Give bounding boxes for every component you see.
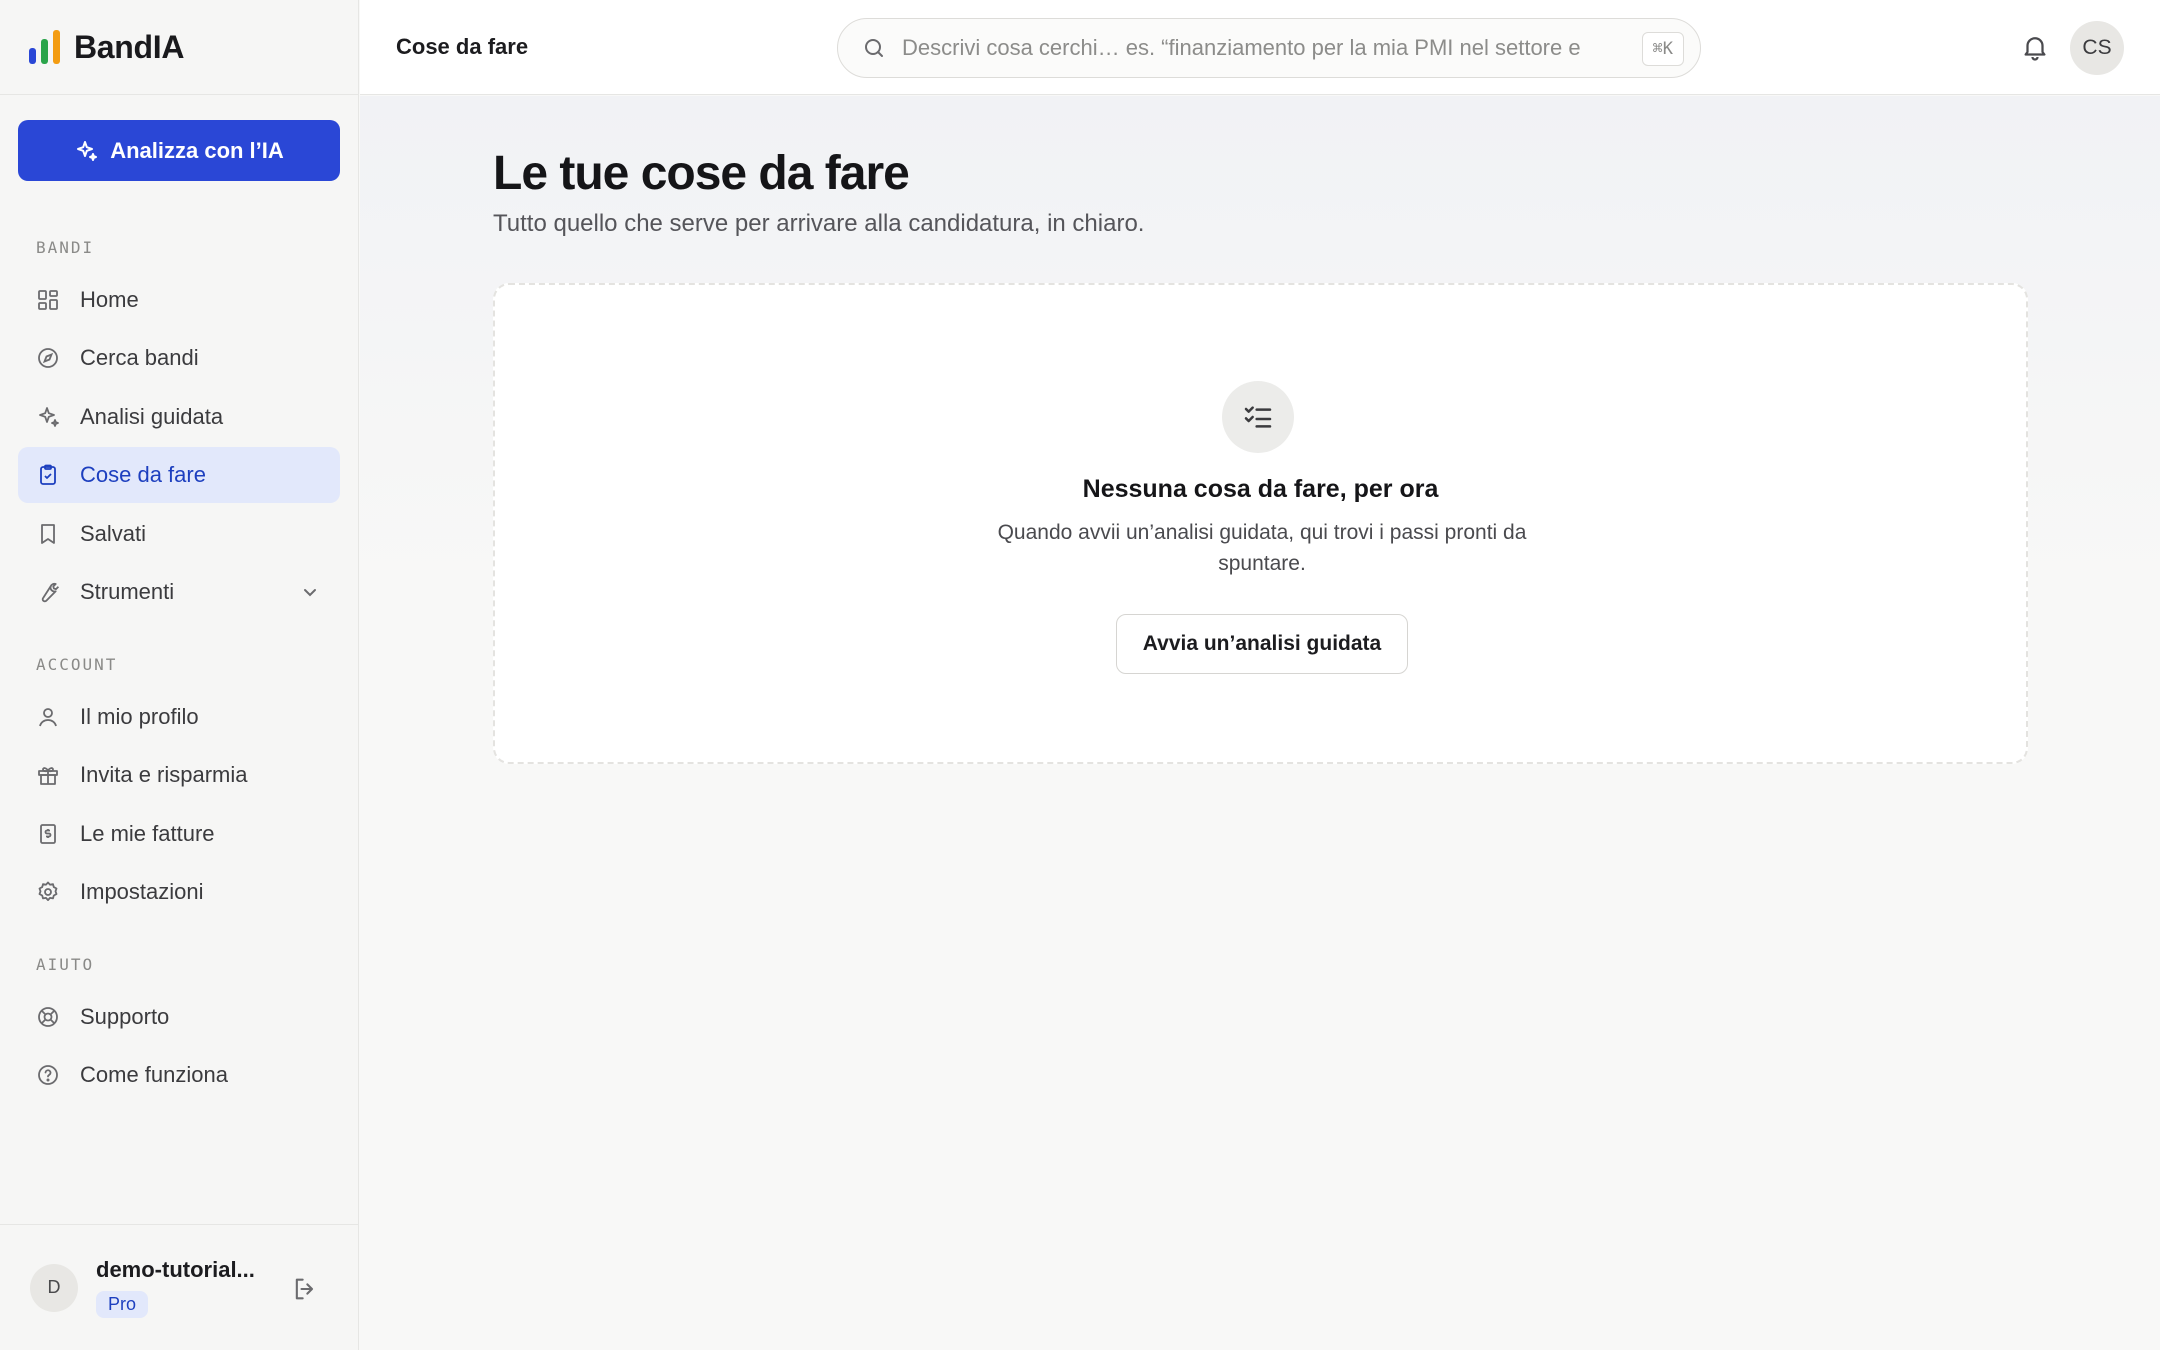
- sidebar-item-label: Home: [80, 287, 139, 312]
- list-checks-icon: [1222, 381, 1294, 453]
- sidebar-item-strumenti[interactable]: Strumenti: [18, 564, 340, 620]
- sparkles-icon: [36, 405, 60, 429]
- app-window: BandIA Analizza con l’IA BANDI Home Cerc…: [0, 0, 2160, 1350]
- avatar[interactable]: D: [30, 1263, 78, 1312]
- sidebar-item-impostazioni[interactable]: Impostazioni: [18, 864, 340, 920]
- sidebar-item-label: Supporto: [80, 1004, 170, 1029]
- user-name: demo-tutorial...: [96, 1257, 255, 1282]
- empty-state-text: Quando avvii un’analisi guidata, qui tro…: [997, 521, 1527, 575]
- chevron-down-icon[interactable]: [298, 580, 322, 604]
- search-input[interactable]: [902, 35, 1602, 61]
- start-guided-analysis-button[interactable]: Avvia un’analisi guidata: [1116, 614, 1408, 674]
- section-label-account: ACCOUNT: [36, 655, 118, 674]
- sidebar-item-come-funziona[interactable]: Come funziona: [18, 1047, 340, 1103]
- sparkles-icon: [77, 140, 98, 161]
- main-content: Le tue cose da fare Tutto quello che ser…: [360, 96, 2160, 1350]
- sidebar-item-supporto[interactable]: Supporto: [18, 989, 340, 1045]
- sidebar-item-label: Strumenti: [80, 579, 175, 604]
- sidebar-item-label: Salvati: [80, 521, 147, 546]
- analyze-with-ai-button[interactable]: Analizza con l’IA: [18, 120, 340, 181]
- lifebuoy-icon: [36, 1005, 60, 1029]
- page-subtitle: Tutto quello che serve per arrivare alla…: [493, 210, 1145, 237]
- sidebar-item-label: Il mio profilo: [80, 704, 199, 729]
- sidebar-item-label: Come funziona: [80, 1062, 228, 1087]
- receipt-icon: [36, 822, 60, 846]
- sidebar: BandIA Analizza con l’IA BANDI Home Cerc…: [0, 0, 359, 1350]
- page-breadcrumb-title: Cose da fare: [396, 34, 529, 59]
- brand[interactable]: BandIA: [0, 0, 358, 95]
- search-shortcut: ⌘K: [1641, 32, 1684, 66]
- sidebar-item-label: Cose da fare: [80, 462, 206, 487]
- compass-icon: [36, 346, 60, 370]
- grid-icon: [36, 288, 60, 312]
- section-label-bandi: BANDI: [36, 238, 95, 257]
- sidebar-item-label: Invita e risparmia: [80, 762, 248, 787]
- search-bar[interactable]: ⌘K: [837, 18, 1701, 78]
- section-label-aiuto: AIUTO: [36, 955, 95, 974]
- sidebar-item-le-mie-fatture[interactable]: Le mie fatture: [18, 806, 340, 862]
- user-icon: [36, 705, 60, 729]
- sidebar-item-label: Impostazioni: [80, 879, 204, 904]
- plan-badge: Pro: [96, 1291, 149, 1318]
- sidebar-item-analisi-guidata[interactable]: Analisi guidata: [18, 389, 340, 445]
- empty-state-title: Nessuna cosa da fare, per ora: [1082, 475, 1439, 503]
- wrench-icon: [36, 580, 60, 604]
- clipboard-check-icon: [36, 463, 60, 487]
- sidebar-item-cerca-bandi[interactable]: Cerca bandi: [18, 330, 340, 386]
- user-box: D demo-tutorial... Pro: [0, 1224, 359, 1350]
- sidebar-item-il-mio-profilo[interactable]: Il mio profilo: [18, 689, 340, 745]
- page-title: Le tue cose da fare: [493, 147, 910, 200]
- user-meta: demo-tutorial... Pro: [96, 1257, 255, 1318]
- avatar[interactable]: CS: [2070, 21, 2124, 75]
- sidebar-item-cose-da-fare[interactable]: Cose da fare: [18, 447, 340, 503]
- empty-state-card: Nessuna cosa da fare, per ora Quando avv…: [493, 283, 2028, 764]
- sidebar-item-home[interactable]: Home: [18, 272, 340, 328]
- sidebar-item-label: Le mie fatture: [80, 821, 215, 846]
- analyze-with-ai-label: Analizza con l’IA: [110, 137, 284, 163]
- bar-chart-logo-icon: [29, 30, 60, 64]
- bell-icon[interactable]: [2020, 32, 2050, 62]
- sidebar-item-label: Cerca bandi: [80, 345, 199, 370]
- brand-name: BandIA: [74, 28, 185, 65]
- top-header: Cose da fare ⌘K CS: [360, 0, 2160, 95]
- sidebar-item-invita-e-risparmia[interactable]: Invita e risparmia: [18, 747, 340, 803]
- logout-icon[interactable]: [291, 1275, 319, 1303]
- gear-icon: [36, 880, 60, 904]
- sidebar-item-label: Analisi guidata: [80, 404, 224, 429]
- gift-icon: [36, 763, 60, 787]
- help-circle-icon: [36, 1063, 60, 1087]
- search-icon: [865, 39, 883, 57]
- sidebar-item-salvati[interactable]: Salvati: [18, 506, 340, 562]
- bookmark-icon: [36, 522, 60, 546]
